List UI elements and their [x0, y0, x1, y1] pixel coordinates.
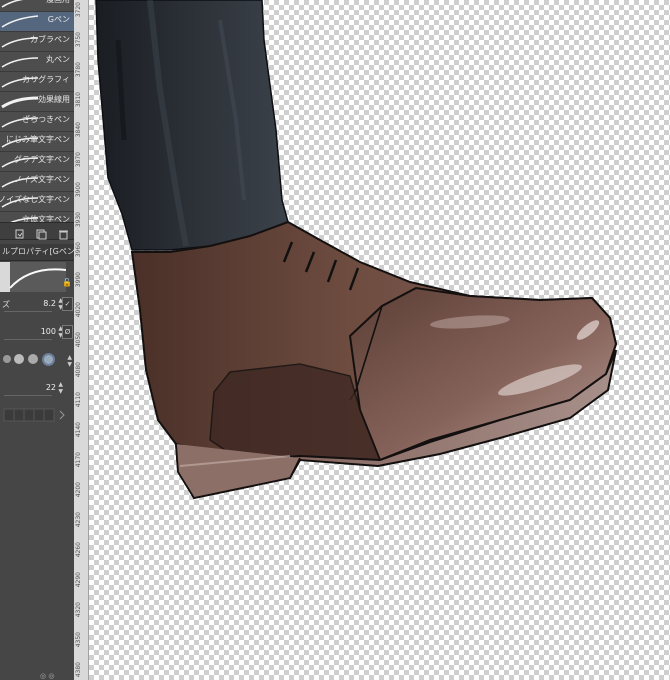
brush-item[interactable]: 丸ペン: [0, 52, 74, 72]
opacity-value[interactable]: 100: [41, 327, 56, 336]
size-label: ズ: [2, 300, 10, 309]
brush-item[interactable]: ノイズなし文字ペン: [0, 192, 74, 212]
copy-icon[interactable]: [14, 225, 25, 239]
brush-item-label: グラデ文字ペン: [14, 155, 70, 164]
brush-item-label: ノイズ文字ペン: [14, 175, 70, 184]
opacity-slider[interactable]: [4, 339, 52, 340]
brush-item-label: ざらつきペン: [22, 115, 70, 124]
ruler-label: 4290: [75, 572, 82, 588]
ruler-label: 3720: [75, 2, 82, 18]
panel-footer-icons: ◎ ◎: [40, 672, 55, 680]
new-icon[interactable]: [36, 225, 47, 240]
size-row[interactable]: ズ 8.2 ▲ ▼ ✓: [0, 296, 74, 314]
ruler-label: 4260: [75, 542, 82, 558]
tip-selected-icon[interactable]: [42, 353, 55, 366]
stabilization-value[interactable]: 22: [46, 383, 56, 392]
brush-item[interactable]: 漫画用: [0, 0, 74, 12]
brush-stroke-icon: [1, 0, 24, 8]
brush-item[interactable]: ざらつきペン: [0, 112, 74, 132]
ruler-label: 4350: [75, 632, 82, 648]
opacity-toggle[interactable]: Ø: [62, 325, 73, 339]
brush-item-label: カブラペン: [30, 35, 70, 44]
ruler-label: 4020: [75, 302, 82, 318]
brush-stroke-icon: [1, 15, 39, 28]
vertical-ruler: 3720 3750 3780 3810 3840 3870 3900 3930 3960 3990…: [74, 0, 89, 680]
opacity-row[interactable]: 100 ▲ ▼ Ø: [0, 324, 74, 342]
brush-item[interactable]: カリグラフィ: [0, 72, 74, 92]
brush-item[interactable]: ノイズ文字ペン: [0, 172, 74, 192]
ruler-label: 3960: [75, 242, 82, 258]
ruler-label: 4050: [75, 332, 82, 348]
ruler-label: 3870: [75, 152, 82, 168]
brush-item-label: 漫画用: [46, 0, 70, 5]
brush-stroke-icon: [1, 96, 39, 109]
tool-property-title: ルプロパティ[Gペン: [2, 247, 75, 256]
size-value[interactable]: 8.2: [43, 299, 56, 308]
tool-property-header: ルプロパティ[Gペン: [0, 244, 74, 261]
ruler-label: 3780: [75, 62, 82, 78]
trash-icon[interactable]: [58, 225, 69, 240]
ruler-label: 3900: [75, 182, 82, 198]
brush-stroke-icon: [1, 57, 39, 68]
brush-item-label: 効果線用: [38, 95, 70, 104]
brush-item-label: 丸ペン: [46, 55, 70, 64]
brush-item-label: Gペン: [47, 15, 70, 24]
ruler-label: 4200: [75, 482, 82, 498]
ruler-label: 3840: [75, 122, 82, 138]
brush-item-label: カリグラフィ: [22, 75, 70, 84]
brush-item-label: ノイズなし文字ペン: [0, 195, 70, 204]
ruler-label: 3930: [75, 212, 82, 228]
ruler-label: 3750: [75, 32, 82, 48]
brush-item[interactable]: カブラペン: [0, 32, 74, 52]
tip-round-icon[interactable]: [14, 354, 24, 364]
brush-item[interactable]: Gペン: [0, 12, 74, 32]
brush-item[interactable]: 効果線用: [0, 92, 74, 112]
stabilization-row[interactable]: 22 ▲ ▼: [0, 380, 74, 398]
ruler-label: 3810: [75, 92, 82, 108]
stabilization-slider[interactable]: [4, 395, 52, 396]
brush-item[interactable]: にじみ筆文字ペン: [0, 132, 74, 152]
brush-toolbar: [0, 222, 74, 240]
drawing-canvas[interactable]: [89, 0, 670, 680]
size-pressure-toggle[interactable]: ✓: [62, 297, 73, 311]
tip-spinner-icon[interactable]: ▲ ▼: [67, 354, 72, 368]
ruler-label: 4080: [75, 362, 82, 378]
ruler-label: 4170: [75, 452, 82, 468]
brush-preview: 🔓: [0, 262, 72, 292]
ruler-label: 4320: [75, 602, 82, 618]
tool-panel: 漫画用 Gペンカブラペン丸ペンカリグラフィ効果線用ざらつきペンにじみ筆文字ペングラ…: [0, 0, 75, 680]
artwork: [95, 0, 618, 500]
tip-star-icon[interactable]: [3, 355, 11, 363]
size-slider[interactable]: [4, 311, 52, 312]
ruler-label: 4380: [75, 662, 82, 678]
lock-icon[interactable]: 🔓: [62, 278, 72, 287]
brush-tip-selector[interactable]: ▲ ▼: [0, 352, 74, 368]
ruler-label: 4230: [75, 512, 82, 528]
ruler-label: 3990: [75, 272, 82, 288]
brush-item[interactable]: グラデ文字ペン: [0, 152, 74, 172]
ruler-label: 4140: [75, 422, 82, 438]
texture-strip[interactable]: [0, 407, 74, 422]
brush-item-label: にじみ筆文字ペン: [6, 135, 70, 144]
ruler-label: 4110: [75, 392, 82, 408]
stabilization-spinner-icon[interactable]: ▲ ▼: [58, 381, 63, 395]
tip-soft-icon[interactable]: [28, 354, 38, 364]
